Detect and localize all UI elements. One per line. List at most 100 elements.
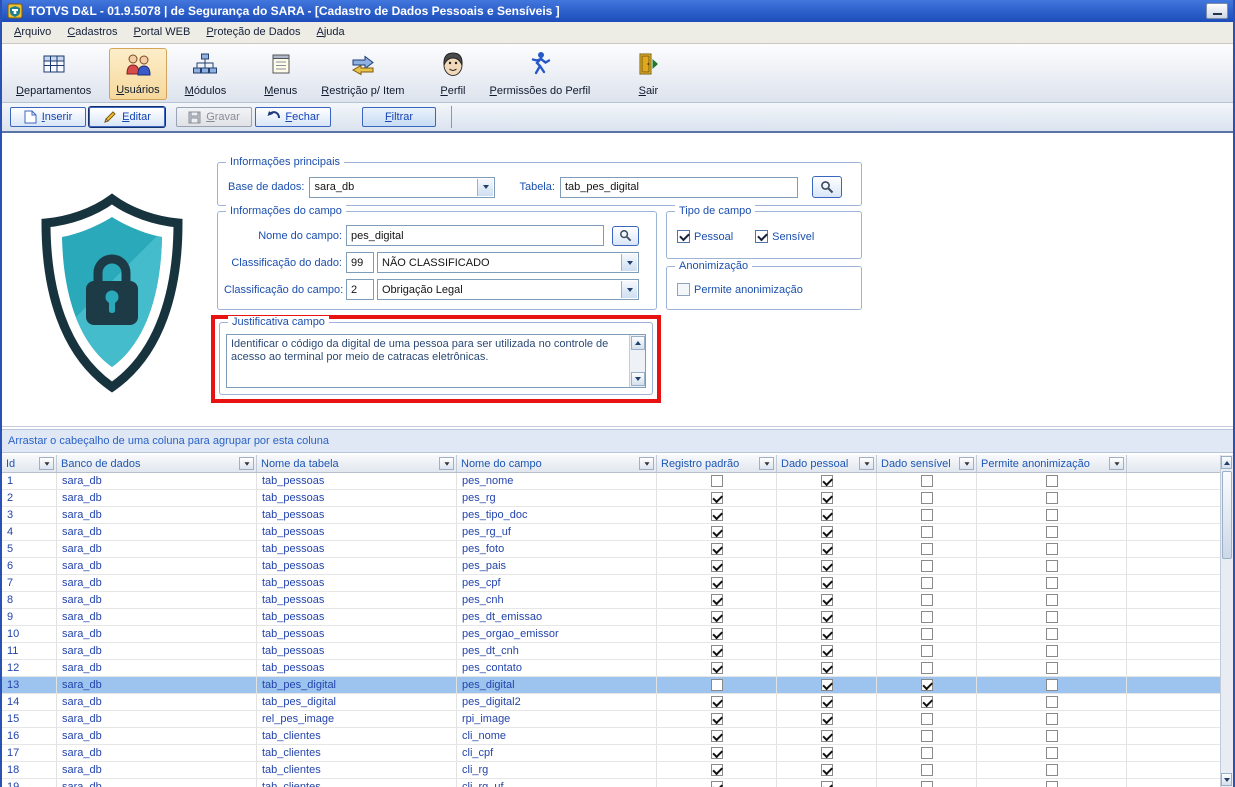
checkbox-pessoal[interactable] <box>820 696 833 708</box>
checkbox-pessoal[interactable] <box>820 730 833 742</box>
checkbox-sensivel[interactable] <box>920 662 933 674</box>
groupby-bar[interactable]: Arrastar o cabeçalho de uma coluna para … <box>2 429 1233 453</box>
column-header-field[interactable]: Nome do campo <box>457 455 657 472</box>
table-row[interactable]: 1 sara_db tab_pessoas pes_nome <box>2 473 1220 490</box>
checkbox-pessoal[interactable] <box>677 230 690 243</box>
checkbox-registro[interactable] <box>710 526 723 538</box>
checkbox-pessoal[interactable] <box>820 492 833 504</box>
checkbox-sensivel[interactable] <box>920 679 933 691</box>
checkbox-registro[interactable] <box>710 611 723 623</box>
checkbox-registro[interactable] <box>710 475 723 487</box>
checkbox-anon[interactable] <box>1045 492 1058 504</box>
checkbox-pessoal[interactable] <box>820 713 833 725</box>
toolbar-item-usuarios[interactable]: Usuários <box>109 48 167 100</box>
checkbox-pessoal[interactable] <box>820 662 833 674</box>
classificacao-campo-select[interactable]: Obrigação Legal <box>377 279 639 300</box>
toolbar-item-sair[interactable]: Sair <box>630 48 666 100</box>
checkbox-sensivel[interactable] <box>920 526 933 538</box>
table-row[interactable]: 3 sara_db tab_pessoas pes_tipo_doc <box>2 507 1220 524</box>
search-table-button[interactable] <box>811 176 842 198</box>
toolbar-item-permissoes[interactable]: Permissões do Perfil <box>484 48 597 100</box>
tabela-input[interactable]: tab_pes_digital <box>559 176 798 198</box>
table-row[interactable]: 4 sara_db tab_pessoas pes_rg_uf <box>2 524 1220 541</box>
menu-cadastros[interactable]: Cadastros <box>59 22 125 43</box>
checkbox-anon[interactable] <box>1045 611 1058 623</box>
checkbox-anon[interactable] <box>1045 594 1058 606</box>
checkbox-anon[interactable] <box>1045 730 1058 742</box>
column-header-anon[interactable]: Permite anonimização <box>977 455 1127 472</box>
toolbar-item-modulos[interactable]: Módulos <box>179 48 233 100</box>
table-row[interactable]: 18 sara_db tab_clientes cli_rg <box>2 762 1220 779</box>
checkbox-anon[interactable] <box>1045 560 1058 572</box>
column-header-db[interactable]: Banco de dados <box>57 455 257 472</box>
table-row[interactable]: 19 sara_db tab_clientes cli_rg_uf <box>2 779 1220 787</box>
checkbox-registro[interactable] <box>710 696 723 708</box>
classificacao-dado-select[interactable]: NÃO CLASSIFICADO <box>377 252 639 273</box>
justificativa-textarea[interactable]: Identificar o código da digital de uma p… <box>226 334 646 388</box>
table-row[interactable]: 14 sara_db tab_pes_digital pes_digital2 <box>2 694 1220 711</box>
base-de-dados-select[interactable]: sara_db <box>309 176 496 198</box>
grid-scroll-down-icon[interactable] <box>1221 773 1232 786</box>
checkbox-permite-anonimizacao[interactable] <box>677 283 690 296</box>
checkbox-sensivel[interactable] <box>920 577 933 589</box>
checkbox-anon[interactable] <box>1045 713 1058 725</box>
checkbox-pessoal[interactable] <box>820 560 833 572</box>
toolbar-item-perfil[interactable]: Perfil <box>434 48 471 100</box>
checkbox-sensivel[interactable] <box>920 509 933 521</box>
checkbox-registro[interactable] <box>710 577 723 589</box>
table-row[interactable]: 11 sara_db tab_pessoas pes_dt_cnh <box>2 643 1220 660</box>
checkbox-sensivel[interactable] <box>920 492 933 504</box>
table-row[interactable]: 12 sara_db tab_pessoas pes_contato <box>2 660 1220 677</box>
table-row[interactable]: 2 sara_db tab_pessoas pes_rg <box>2 490 1220 507</box>
nome-do-campo-input[interactable]: pes_digital <box>346 225 604 246</box>
checkbox-pessoal[interactable] <box>820 679 833 691</box>
checkbox-pessoal[interactable] <box>820 764 833 776</box>
checkbox-sensivel[interactable] <box>920 764 933 776</box>
column-header-registro[interactable]: Registro padrão <box>657 455 777 472</box>
checkbox-sensivel[interactable] <box>920 730 933 742</box>
checkbox-sensivel[interactable] <box>755 230 769 243</box>
checkbox-pessoal[interactable] <box>820 628 833 640</box>
checkbox-anon[interactable] <box>1045 662 1058 674</box>
table-row[interactable]: 15 sara_db rel_pes_image rpi_image <box>2 711 1220 728</box>
dropdown-arrow-icon[interactable] <box>621 254 637 271</box>
checkbox-pessoal[interactable] <box>820 526 833 538</box>
checkbox-registro[interactable] <box>710 628 723 640</box>
checkbox-anon[interactable] <box>1045 764 1058 776</box>
dropdown-arrow-icon[interactable] <box>621 281 637 298</box>
table-row[interactable]: 17 sara_db tab_clientes cli_cpf <box>2 745 1220 762</box>
grid-scroll-thumb[interactable] <box>1222 471 1232 559</box>
filter-dropdown-icon[interactable] <box>639 457 654 470</box>
checkbox-registro[interactable] <box>710 730 723 742</box>
menu-portal-web[interactable]: Portal WEB <box>125 22 198 43</box>
checkbox-registro[interactable] <box>710 713 723 725</box>
table-row[interactable]: 7 sara_db tab_pessoas pes_cpf <box>2 575 1220 592</box>
checkbox-registro[interactable] <box>710 764 723 776</box>
toolbar-item-menus[interactable]: Menus <box>258 48 303 100</box>
toolbar-item-restricao[interactable]: Restrição p/ Item <box>315 48 410 100</box>
classificacao-dado-code-input[interactable]: 99 <box>346 252 374 273</box>
checkbox-pessoal[interactable] <box>820 594 833 606</box>
column-header-id[interactable]: Id <box>2 455 57 472</box>
checkbox-pessoal[interactable] <box>820 645 833 657</box>
menu-arquivo[interactable]: Arquivo <box>6 22 59 43</box>
checkbox-anon[interactable] <box>1045 696 1058 708</box>
checkbox-registro[interactable] <box>710 560 723 572</box>
scroll-down-icon[interactable] <box>631 372 645 386</box>
table-row[interactable]: 8 sara_db tab_pessoas pes_cnh <box>2 592 1220 609</box>
checkbox-sensivel[interactable] <box>920 645 933 657</box>
classificacao-campo-code-input[interactable]: 2 <box>346 279 374 300</box>
minimize-button[interactable] <box>1206 3 1228 19</box>
checkbox-sensivel[interactable] <box>920 781 933 787</box>
editar-button[interactable]: Editar <box>89 107 165 127</box>
checkbox-sensivel[interactable] <box>920 475 933 487</box>
table-row[interactable]: 16 sara_db tab_clientes cli_nome <box>2 728 1220 745</box>
checkbox-registro[interactable] <box>710 492 723 504</box>
checkbox-anon[interactable] <box>1045 577 1058 589</box>
checkbox-sensivel[interactable] <box>920 713 933 725</box>
checkbox-pessoal[interactable] <box>820 611 833 623</box>
table-row[interactable]: 6 sara_db tab_pessoas pes_pais <box>2 558 1220 575</box>
checkbox-anon[interactable] <box>1045 526 1058 538</box>
checkbox-sensivel[interactable] <box>920 628 933 640</box>
checkbox-anon[interactable] <box>1045 475 1058 487</box>
